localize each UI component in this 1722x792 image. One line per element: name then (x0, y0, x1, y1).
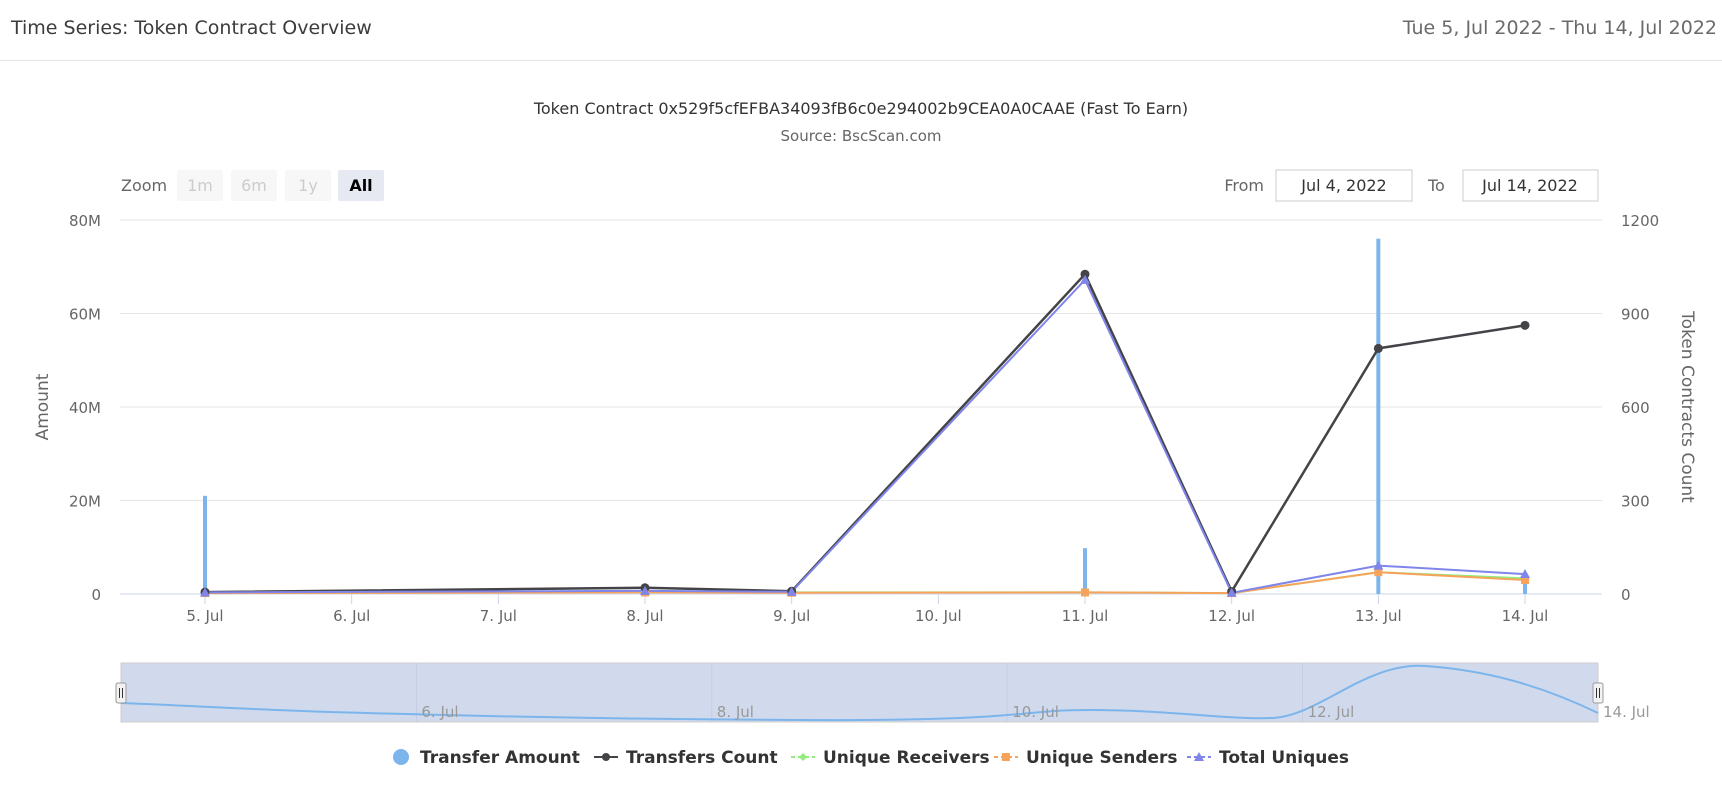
legend-symbol (602, 753, 610, 761)
series-lines (204, 272, 1526, 595)
zoom-button-label: 1m (187, 176, 213, 195)
navigator[interactable]: 6. Jul 8. Jul 10. Jul 12. Jul 14. Jul (115, 662, 1650, 723)
x-tick-label: 6. Jul (333, 607, 370, 625)
x-tick-label: 11. Jul (1062, 607, 1109, 625)
x-tick-label: 10. Jul (915, 607, 962, 625)
navigator-label: 12. Jul (1308, 703, 1355, 721)
legend-label: Transfer Amount (420, 748, 580, 768)
total-uniques-line (204, 278, 1526, 594)
legend-symbol (799, 753, 807, 761)
legend-item-unique-receivers[interactable]: Unique Receivers (791, 748, 990, 768)
x-tick-label: 14. Jul (1502, 607, 1549, 625)
chart-title: Token Contract 0x529f5cfEFBA34093fB6c0e2… (533, 99, 1188, 118)
legend: Transfer Amount Transfers Count Unique Rec… (393, 748, 1349, 768)
transfer-amount-bar (203, 495, 207, 594)
zoom-button-label: 1y (298, 176, 318, 195)
zoom-label: Zoom (121, 176, 167, 195)
navigator-label: 8. Jul (717, 703, 754, 721)
y-axis-right-title: Token Contracts Count (1677, 310, 1697, 503)
y-right-tick-label: 0 (1621, 586, 1631, 604)
series-markers (200, 269, 1530, 598)
from-date-value: Jul 4, 2022 (1300, 176, 1386, 195)
navigator-label: 6. Jul (421, 703, 458, 721)
legend-item-unique-senders[interactable]: Unique Senders (994, 748, 1178, 768)
transfers-count-line (204, 272, 1526, 594)
zoom-button-label: 6m (241, 176, 267, 195)
unique-senders-point (1081, 588, 1089, 597)
x-tick-label: 12. Jul (1208, 607, 1255, 625)
legend-label: Unique Receivers (823, 748, 990, 768)
x-tick-label: 9. Jul (773, 607, 810, 625)
legend-symbol (393, 749, 409, 765)
x-tick-label: 7. Jul (480, 607, 517, 625)
y-axis-left: 0 20M 40M 60M 80M (69, 212, 101, 604)
chart-subtitle: Source: BscScan.com (781, 127, 942, 145)
transfer-amount-columns (203, 238, 1527, 594)
navigator-label: 14. Jul (1603, 703, 1650, 721)
x-tick-label: 13. Jul (1355, 607, 1402, 625)
y-axis-left-title: Amount (33, 373, 53, 440)
legend-label: Total Uniques (1219, 748, 1349, 768)
legend-label: Unique Senders (1026, 748, 1178, 768)
x-tick-label: 5. Jul (186, 607, 223, 625)
legend-symbol (1002, 753, 1010, 761)
transfer-amount-bar (1376, 238, 1381, 594)
transfer-amount-bar (1523, 582, 1527, 594)
transfers-count-point (1373, 343, 1383, 353)
navigator-left-handle[interactable] (115, 682, 127, 704)
y-left-tick-label: 0 (91, 586, 101, 604)
token-overview-chart: Token Contract 0x529f5cfEFBA34093fB6c0e2… (33, 99, 1697, 768)
y-axis-right: 0 300 600 900 1200 (1621, 212, 1659, 604)
transfers-count-point (1520, 320, 1530, 330)
from-label: From (1224, 176, 1264, 195)
legend-item-total-uniques[interactable]: Total Uniques (1187, 748, 1349, 768)
x-axis: 5. Jul 6. Jul 7. Jul 8. Jul 9. Jul 10. Jul 11.… (186, 594, 1548, 625)
y-left-tick-label: 80M (69, 212, 101, 230)
legend-item-transfers-count[interactable]: Transfers Count (594, 748, 778, 768)
y-left-tick-label: 20M (69, 493, 101, 511)
to-label: To (1427, 176, 1445, 195)
zoom-button-group: 1m 6m 1y All (177, 170, 384, 201)
y-left-tick-label: 40M (69, 399, 101, 417)
y-right-tick-label: 1200 (1621, 212, 1659, 230)
y-right-tick-label: 600 (1621, 399, 1650, 417)
y-left-tick-label: 60M (69, 306, 101, 324)
legend-item-transfer-amount[interactable]: Transfer Amount (393, 748, 580, 768)
to-date-value: Jul 14, 2022 (1481, 176, 1578, 195)
x-tick-label: 8. Jul (626, 607, 663, 625)
transfer-amount-bar (1083, 548, 1087, 594)
navigator-right-handle[interactable] (1592, 682, 1604, 704)
navigator-label: 10. Jul (1012, 703, 1059, 721)
legend-label: Transfers Count (626, 748, 778, 768)
y-right-tick-label: 300 (1621, 493, 1650, 511)
zoom-button-label: All (349, 176, 372, 195)
y-right-tick-label: 900 (1621, 306, 1650, 324)
